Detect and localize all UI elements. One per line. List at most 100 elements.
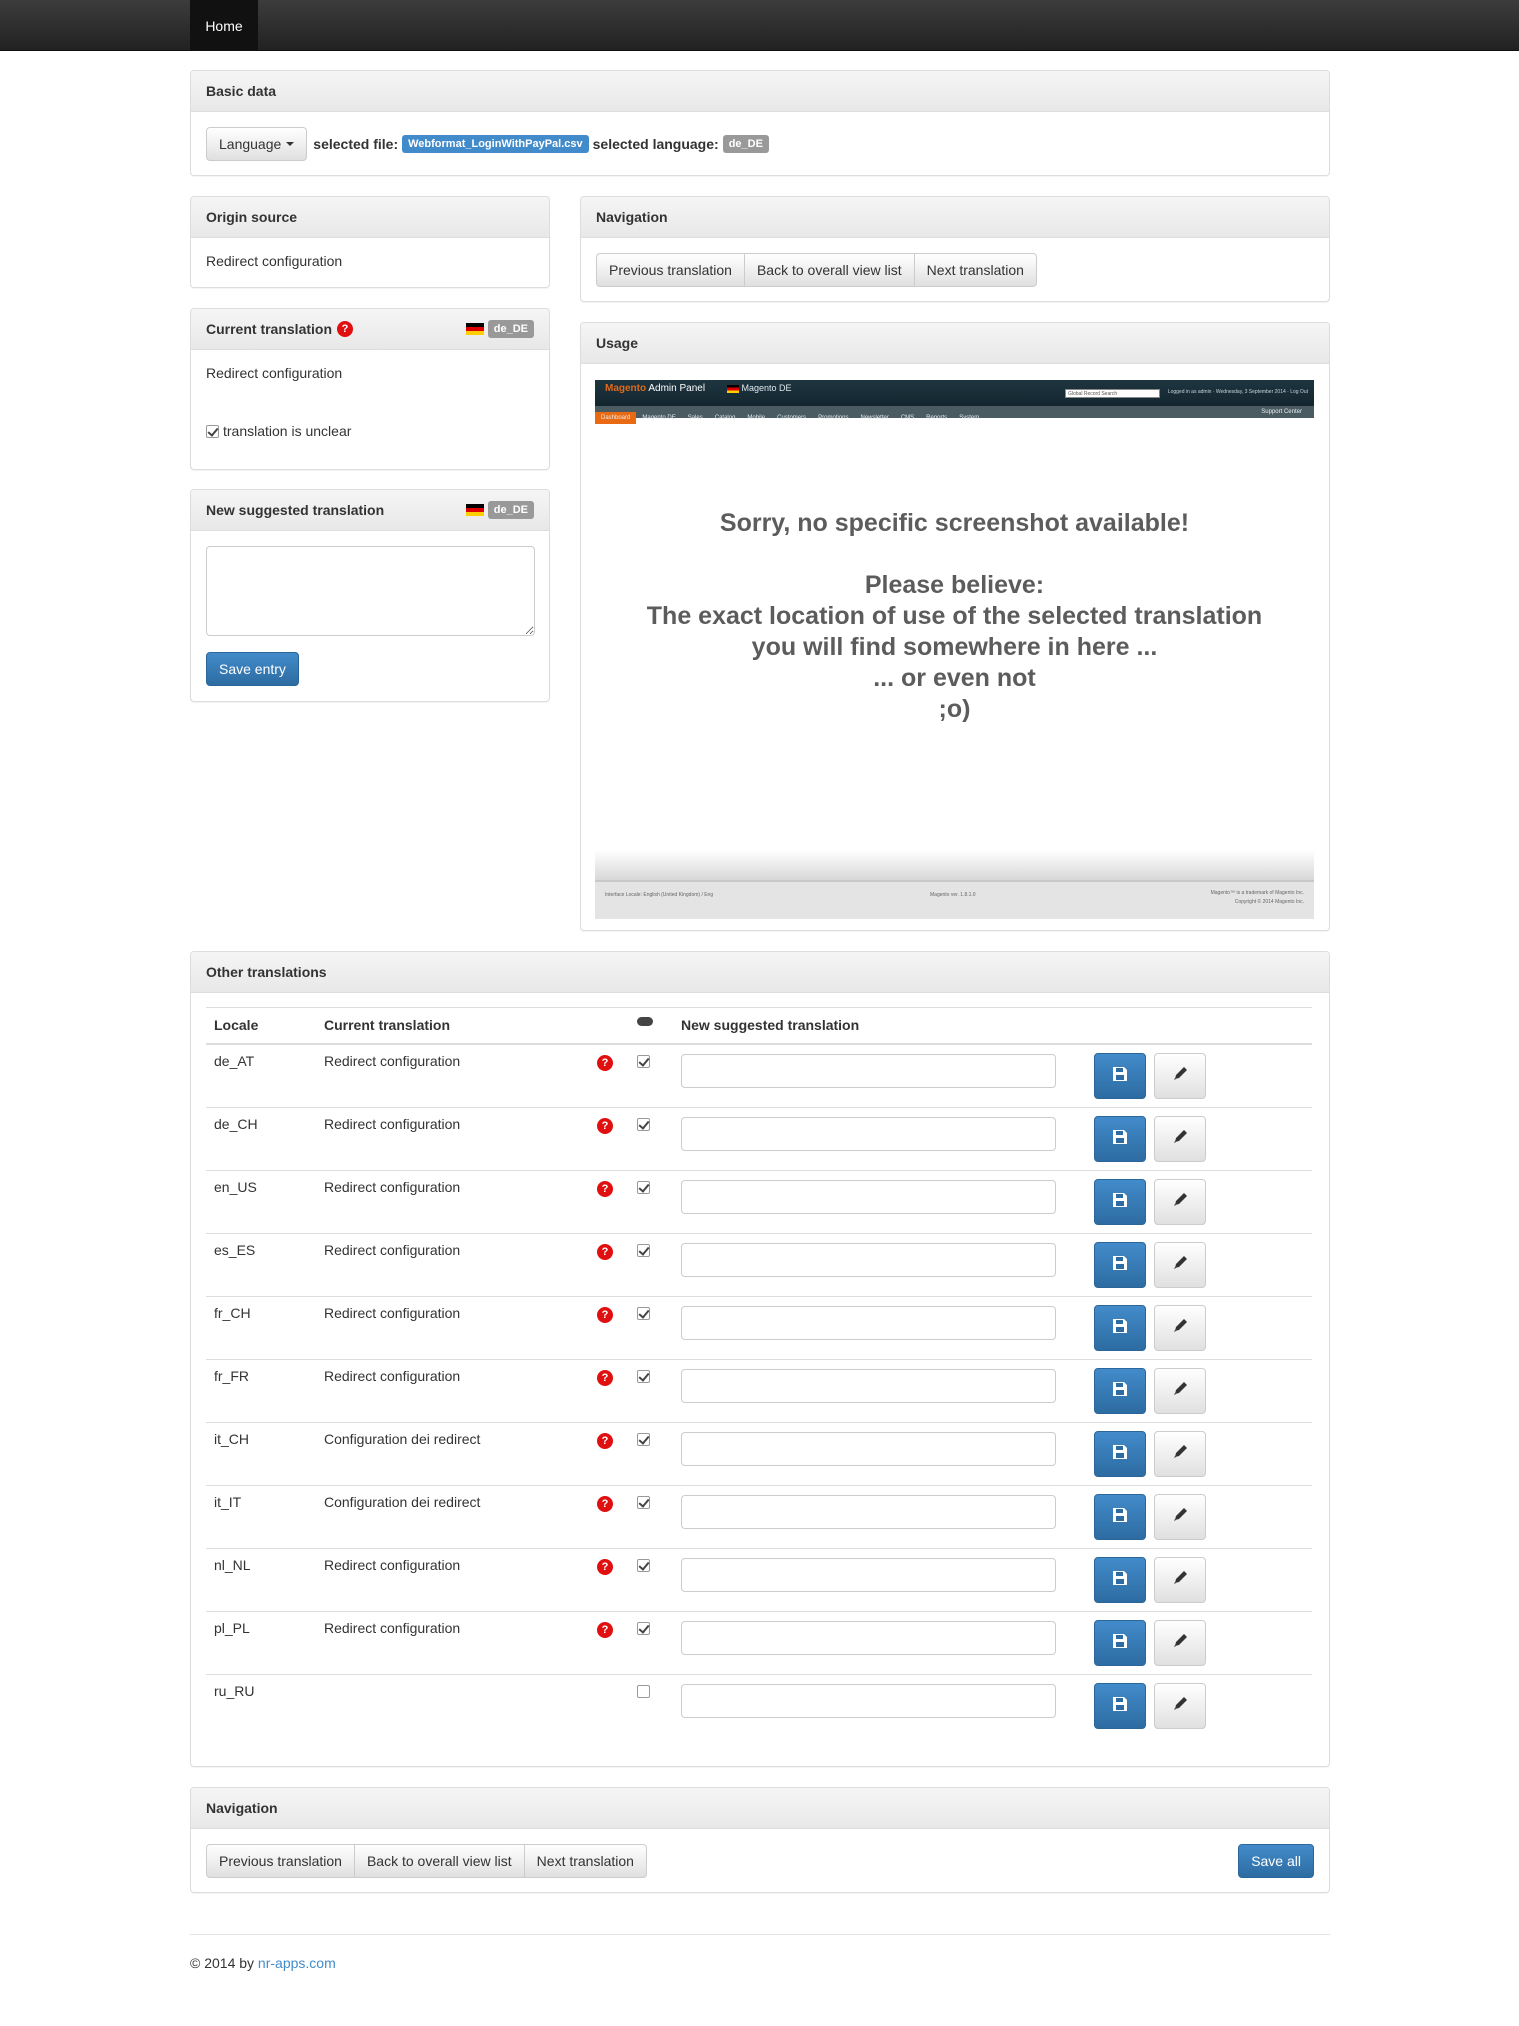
help-icon[interactable]: ? [597,1433,613,1449]
row-current-translation: Configuration dei redirect [324,1493,481,1510]
row-new-translation-input[interactable] [681,1305,1056,1340]
row-save-button[interactable] [1094,1178,1146,1225]
current-translation-text: Redirect configuration [206,365,343,381]
help-icon[interactable]: ? [597,1622,613,1638]
row-checkbox[interactable] [637,1496,650,1510]
no-screenshot-message: Sorry, no specific screenshot available!… [595,508,1314,725]
save-icon [1112,1507,1128,1526]
row-save-button[interactable] [1094,1052,1146,1099]
row-checkbox[interactable] [637,1622,650,1636]
row-new-translation-input[interactable] [681,1683,1056,1718]
screenshot-login-info: Logged in as admin · Wednesday, 3 Septem… [1167,389,1308,395]
row-save-button[interactable] [1094,1682,1146,1729]
row-checkbox[interactable] [637,1433,650,1447]
row-edit-button[interactable] [1154,1367,1206,1414]
language-dropdown-button[interactable]: Language [206,127,308,161]
help-icon[interactable]: ? [597,1181,613,1197]
help-icon[interactable]: ? [597,1559,613,1575]
help-icon[interactable]: ? [597,1118,613,1134]
row-edit-button[interactable] [1154,1052,1206,1099]
row-save-button[interactable] [1094,1556,1146,1603]
save-icon [1112,1318,1128,1337]
back-to-list-button[interactable]: Back to overall view list [743,253,915,287]
magento-logo-text: Admin Panel [648,383,706,394]
basic-data-heading: Basic data [191,71,1329,112]
row-edit-button[interactable] [1154,1178,1206,1225]
screenshot-header: Magento Admin Panel Magento DE Global Re… [595,380,1314,424]
footer-link[interactable]: nr-apps.com [258,1955,336,1971]
row-new-translation-input[interactable] [681,1116,1056,1151]
row-locale: pl_PL [214,1619,250,1636]
row-new-translation-input[interactable] [681,1368,1056,1403]
help-icon[interactable]: ? [597,1496,613,1512]
pencil-icon [1172,1633,1188,1652]
row-save-button[interactable] [1094,1115,1146,1162]
row-new-translation-input[interactable] [681,1557,1056,1592]
row-save-button[interactable] [1094,1304,1146,1351]
row-save-button[interactable] [1094,1619,1146,1666]
save-entry-button[interactable]: Save entry [206,652,299,686]
row-edit-button[interactable] [1154,1556,1206,1603]
pencil-icon [1172,1570,1188,1589]
row-checkbox[interactable] [637,1307,650,1321]
row-edit-button[interactable] [1154,1619,1206,1666]
row-checkbox[interactable] [637,1685,650,1699]
help-icon[interactable]: ? [597,1307,613,1323]
row-edit-button[interactable] [1154,1430,1206,1477]
row-checkbox[interactable] [637,1559,650,1573]
save-icon [1112,1192,1128,1211]
row-edit-button[interactable] [1154,1493,1206,1540]
row-checkbox[interactable] [637,1055,650,1069]
row-save-button[interactable] [1094,1367,1146,1414]
row-new-translation-input[interactable] [681,1179,1056,1214]
row-new-translation-input[interactable] [681,1620,1056,1655]
row-current-translation: Redirect configuration [324,1052,461,1069]
row-checkbox[interactable] [637,1370,650,1384]
row-checkbox[interactable] [637,1181,650,1195]
row-save-button[interactable] [1094,1493,1146,1540]
row-edit-button[interactable] [1154,1304,1206,1351]
screenshot-footer-version: Magento ver. 1.8.1.0 [930,892,976,898]
screenshot-footer-locale: Interface Locale: English (United Kingdo… [605,892,714,898]
row-edit-button[interactable] [1154,1682,1206,1729]
row-new-translation-input[interactable] [681,1053,1056,1088]
previous-translation-button[interactable]: Previous translation [596,253,745,287]
row-edit-button[interactable] [1154,1115,1206,1162]
help-icon[interactable]: ? [597,1055,613,1071]
screenshot-locale-text: Magento DE [741,383,792,393]
row-checkbox[interactable] [637,1244,650,1258]
translation-row: nl_NL Redirect configuration? [206,1547,1312,1611]
back-to-list-button[interactable]: Back to overall view list [353,1844,525,1878]
new-suggested-textarea[interactable] [206,546,535,636]
help-icon[interactable]: ? [597,1244,613,1260]
row-save-button[interactable] [1094,1430,1146,1477]
message-line: ;o) [938,695,971,723]
pencil-icon [1172,1129,1188,1148]
next-translation-button[interactable]: Next translation [523,1844,647,1878]
row-current-translation: Redirect configuration [324,1556,461,1573]
row-current-translation: Configuration dei redirect [324,1430,481,1447]
row-new-translation-input[interactable] [681,1431,1056,1466]
unclear-checkbox[interactable] [206,424,219,438]
save-icon [1112,1696,1128,1715]
row-current-translation: Redirect configuration [324,1178,461,1195]
row-new-translation-input[interactable] [681,1494,1056,1529]
help-icon[interactable]: ? [337,321,354,337]
help-icon[interactable]: ? [597,1370,613,1386]
next-translation-button[interactable]: Next translation [913,253,1037,287]
save-all-button[interactable]: Save all [1238,1844,1314,1878]
nav-home-link[interactable]: Home [190,0,258,51]
row-new-translation-input[interactable] [681,1242,1056,1277]
save-icon [1112,1066,1128,1085]
usage-heading: Usage [581,323,1329,364]
cloud-icon [637,1017,653,1027]
row-edit-button[interactable] [1154,1241,1206,1288]
message-line: Please believe: [864,571,1045,599]
top-navbar: Home [0,0,1519,51]
previous-translation-button[interactable]: Previous translation [206,1844,355,1878]
unclear-checkbox-row[interactable]: translation is unclear [206,423,534,439]
row-save-button[interactable] [1094,1241,1146,1288]
row-checkbox[interactable] [637,1118,650,1132]
current-translation-heading: Current translation [206,321,333,337]
magento-logo: Magento Admin Panel [605,383,705,394]
